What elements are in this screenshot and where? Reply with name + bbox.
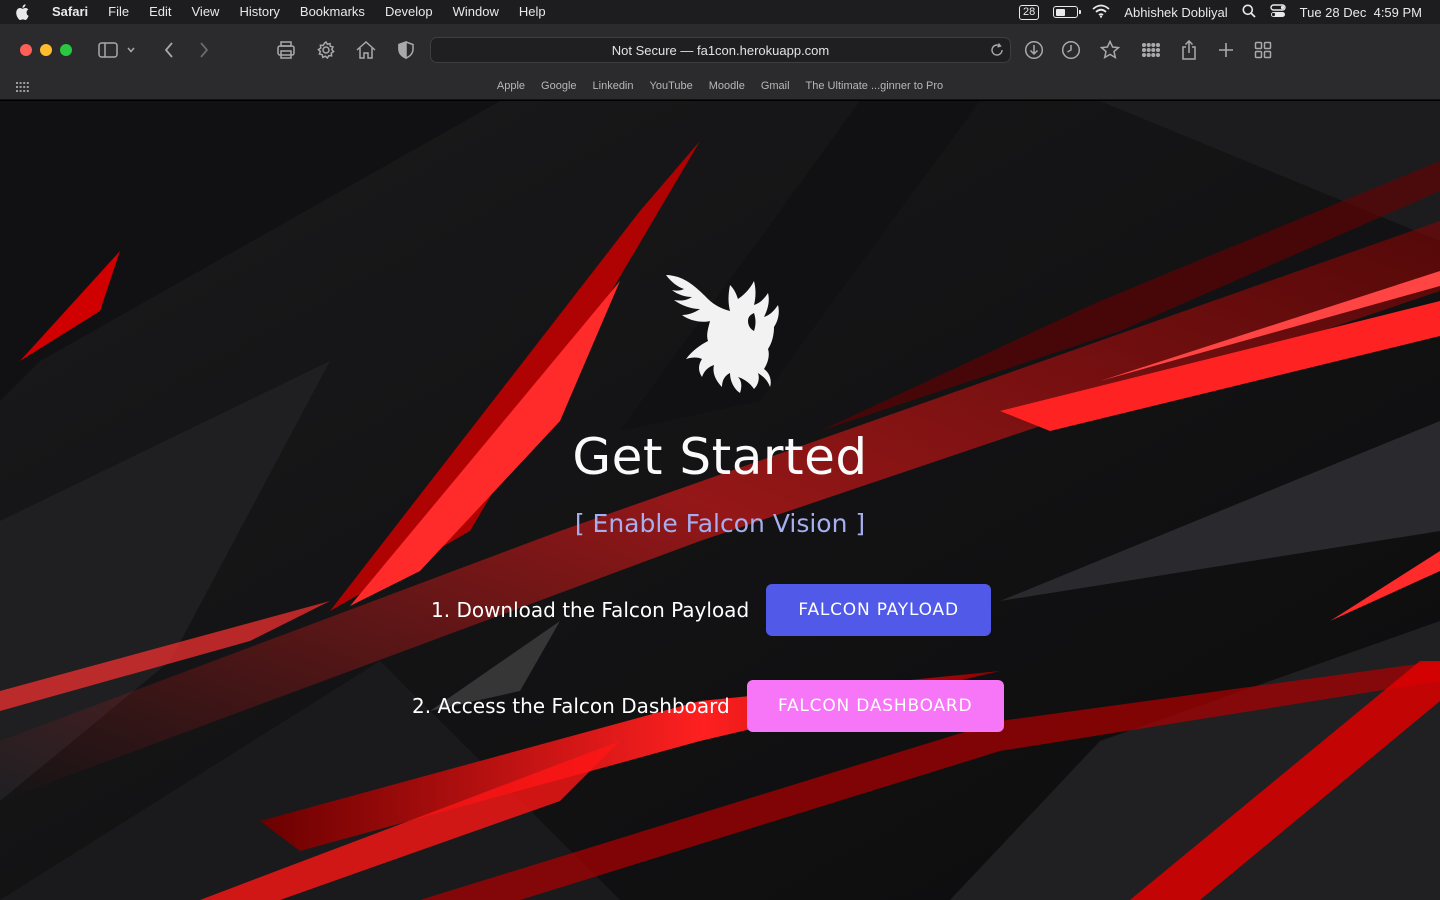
spotlight-icon[interactable] [1242, 4, 1256, 21]
menu-view[interactable]: View [182, 0, 230, 24]
step1-label: 1. Download the Falcon Payload [431, 598, 750, 622]
sidebar-toggle-icon[interactable] [96, 38, 120, 62]
zoom-window-button[interactable] [60, 44, 72, 56]
page-title: Get Started [572, 428, 868, 486]
favorite-moodle[interactable]: Moodle [709, 80, 745, 92]
menubar-datetime[interactable]: Tue 28 Dec 4:59 PM [1300, 5, 1422, 20]
step-access-dashboard: 2. Access the Falcon Dashboard FALCON DA… [412, 680, 1004, 732]
battery-icon[interactable] [1053, 6, 1082, 18]
menu-window[interactable]: Window [443, 0, 509, 24]
page-subtitle: [ Enable Falcon Vision ] [574, 509, 866, 538]
menu-bar: Safari File Edit View History Bookmarks … [0, 0, 1440, 24]
wifi-icon[interactable] [1092, 4, 1110, 21]
menu-history[interactable]: History [229, 0, 289, 24]
bookmark-star-icon[interactable] [1098, 38, 1122, 62]
menu-edit[interactable]: Edit [139, 0, 181, 24]
forward-icon[interactable] [192, 38, 216, 62]
favorite-google[interactable]: Google [541, 80, 576, 92]
browser-toolbar: Not Secure — fa1con.herokuapp.com Apple … [0, 24, 1440, 100]
print-icon[interactable] [274, 38, 298, 62]
share-icon[interactable] [1177, 38, 1201, 62]
menu-app-safari[interactable]: Safari [44, 0, 98, 24]
step2-label: 2. Access the Falcon Dashboard [412, 694, 730, 718]
minimize-window-button[interactable] [40, 44, 52, 56]
apple-icon[interactable] [0, 4, 44, 20]
downloads-icon[interactable] [1022, 38, 1046, 62]
menu-file[interactable]: File [98, 0, 139, 24]
control-center-icon[interactable] [1269, 3, 1286, 21]
falcon-logo-icon [666, 275, 779, 393]
menu-help[interactable]: Help [509, 0, 556, 24]
step-download-payload: 1. Download the Falcon Payload FALCON PA… [431, 584, 992, 636]
new-tab-plus-icon[interactable] [1214, 38, 1238, 62]
menu-develop[interactable]: Develop [375, 0, 443, 24]
home-icon[interactable] [354, 38, 378, 62]
web-page: Get Started [ Enable Falcon Vision ] 1. … [0, 101, 1440, 900]
tab-overview-icon[interactable] [1251, 38, 1275, 62]
address-text: Not Secure — fa1con.herokuapp.com [611, 42, 830, 58]
privacy-shield-icon[interactable] [394, 38, 418, 62]
gear-icon[interactable] [314, 38, 338, 62]
favorite-gmail[interactable]: Gmail [761, 80, 790, 92]
menu-bookmarks[interactable]: Bookmarks [290, 0, 375, 24]
window-controls [20, 44, 72, 56]
apps-grid-icon[interactable] [1139, 38, 1163, 62]
falcon-payload-button[interactable]: FALCON PAYLOAD [766, 584, 992, 636]
history-clock-icon[interactable] [1059, 38, 1083, 62]
back-icon[interactable] [157, 38, 181, 62]
favorites-bar: Apple Google Linkedin YouTube Moodle Gma… [0, 76, 1440, 96]
favorite-youtube[interactable]: YouTube [650, 80, 693, 92]
reload-icon[interactable] [989, 42, 1005, 58]
calendar-badge[interactable]: 28 [1019, 4, 1040, 20]
favorite-apple[interactable]: Apple [497, 80, 525, 92]
user-name[interactable]: Abhishek Dobliyal [1124, 5, 1227, 20]
favorite-linkedin[interactable]: Linkedin [593, 80, 634, 92]
favorite-ultimate-guide[interactable]: The Ultimate ...ginner to Pro [806, 80, 944, 92]
hero-section: Get Started [ Enable Falcon Vision ] 1. … [0, 101, 1440, 900]
chevron-down-icon[interactable] [124, 38, 138, 62]
address-bar[interactable]: Not Secure — fa1con.herokuapp.com [430, 37, 1011, 63]
close-window-button[interactable] [20, 44, 32, 56]
falcon-dashboard-button[interactable]: FALCON DASHBOARD [746, 680, 1004, 732]
